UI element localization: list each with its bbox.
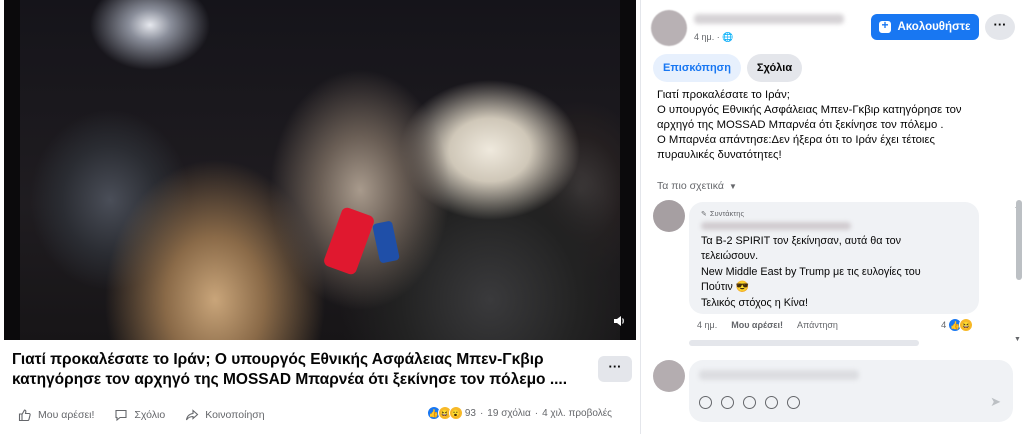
sidebar-more-button[interactable]: ··· bbox=[985, 14, 1015, 40]
comment-meta: 4 ημ. Μου αρέσει! Απάντηση bbox=[697, 320, 852, 330]
description-line: Ο υπουργός Εθνικής Ασφάλειας Μπεν-Γκβιρ … bbox=[657, 104, 962, 116]
volume-icon[interactable] bbox=[612, 314, 626, 328]
send-icon[interactable]: ➤ bbox=[990, 394, 1001, 410]
camera-icon[interactable] bbox=[743, 396, 756, 409]
comment-line: Τα B-2 SPIRIT τον ξεκίνησαν, αυτά θα τον bbox=[701, 235, 901, 247]
follow-label: Ακολουθήστε bbox=[897, 21, 971, 33]
tab-comments[interactable]: Σχόλια bbox=[746, 54, 803, 82]
like-label: Μου αρέσει! bbox=[38, 409, 95, 421]
author-badge: ✎ Συντάκτης bbox=[701, 209, 967, 218]
reactions-count[interactable]: 93 bbox=[465, 408, 476, 419]
globe-icon: 🌐 bbox=[722, 32, 734, 42]
post-time-text: 4 ημ. · bbox=[694, 32, 723, 42]
video-player[interactable] bbox=[4, 0, 636, 340]
stats-separator-1: · bbox=[479, 407, 484, 419]
sidebar-scrollbar[interactable] bbox=[1016, 200, 1022, 280]
description-line: πυραυλικές δυνατότητες! bbox=[657, 149, 782, 161]
page-name[interactable] bbox=[694, 14, 844, 24]
views-count: 4 χιλ. προβολές bbox=[542, 407, 612, 419]
composer-tools bbox=[699, 396, 809, 409]
chevron-down-icon: ▼ bbox=[728, 181, 737, 191]
post-stats: 👍 😆 😮 93 · 19 σχόλια · 4 χιλ. προβολές bbox=[426, 406, 612, 420]
comment-line: Πούτιν 😎 bbox=[701, 281, 750, 294]
share-button[interactable]: Κοινοποίηση bbox=[185, 408, 265, 422]
commenter-avatar[interactable] bbox=[653, 200, 685, 232]
comment-composer[interactable]: ➤ bbox=[689, 360, 1013, 422]
author-tag-label: Συντάκτης bbox=[709, 209, 745, 218]
post-title-line-1: Γιατί προκαλέσατε το Ιράν; Ο υπουργός Εθ… bbox=[12, 351, 544, 368]
pen-icon: ✎ bbox=[701, 210, 707, 218]
comment-label: Σχόλιο bbox=[134, 409, 166, 421]
comment-reaction-count: 4 bbox=[941, 319, 947, 331]
comment-sort-dropdown[interactable]: Τα πιο σχετικά ▼ bbox=[657, 180, 737, 192]
commenter-name[interactable] bbox=[701, 222, 851, 230]
description-line: Γιατί προκαλέσατε το Ιράν; bbox=[657, 89, 790, 101]
sticker-icon[interactable] bbox=[787, 396, 800, 409]
like-button[interactable]: Μου αρέσει! bbox=[18, 408, 94, 422]
composer-placeholder[interactable] bbox=[699, 370, 859, 380]
stats-separator-2: · bbox=[534, 407, 539, 419]
scroll-down-arrow[interactable]: ▼ bbox=[1014, 336, 1021, 343]
emoji-icon[interactable] bbox=[721, 396, 734, 409]
sidebar-tabs: Επισκόπηση Σχόλια bbox=[653, 54, 808, 82]
share-icon bbox=[185, 408, 199, 422]
current-user-avatar bbox=[653, 360, 685, 392]
post-panel: Γιατί προκαλέσατε το Ιράν; Ο υπουργός Εθ… bbox=[0, 0, 640, 434]
tab-overview[interactable]: Επισκόπηση bbox=[653, 54, 741, 82]
comment-bubble: ✎ Συντάκτης Τα B-2 SPIRIT τον ξεκίνησαν,… bbox=[689, 202, 979, 314]
comment-like-button[interactable]: Μου αρέσει! bbox=[731, 320, 783, 330]
thumbs-up-icon bbox=[18, 408, 32, 422]
share-label: Κοινοποίηση bbox=[205, 409, 265, 421]
video-frame[interactable] bbox=[20, 0, 620, 340]
sort-label: Τα πιο σχετικά bbox=[657, 180, 724, 192]
comment-line: Τελικός στόχος η Κίνα! bbox=[701, 296, 808, 309]
gif-icon[interactable] bbox=[765, 396, 778, 409]
post-more-button[interactable]: ··· bbox=[598, 356, 632, 382]
comments-count[interactable]: 19 σχόλια bbox=[487, 408, 530, 419]
description-line: Ο Μπαρνέα απάντησε:Δεν ήξερα ότι το Ιράν… bbox=[657, 134, 935, 146]
comment-text: Τα B-2 SPIRIT τον ξεκίνησαν, αυτά θα τον… bbox=[701, 234, 967, 311]
comment-reply-button[interactable]: Απάντηση bbox=[797, 320, 838, 330]
follow-button[interactable]: Ακολουθήστε bbox=[871, 14, 979, 40]
comment-line: τελειώσουν. bbox=[701, 250, 759, 263]
comment-line: New Middle East by Trump με τις ευλογίες… bbox=[701, 265, 921, 278]
comment-icon bbox=[114, 408, 128, 422]
reaction-icons[interactable]: 👍 😆 😮 bbox=[426, 406, 463, 420]
post-description: Γιατί προκαλέσατε το Ιράν; Ο υπουργός Εθ… bbox=[657, 88, 1007, 163]
post-title-line-2: κατηγόρησε τον αρχηγό της MOSSAD Μπαρνέα… bbox=[12, 371, 568, 388]
post-actions: Μου αρέσει! Σχόλιο Κοινοποίηση bbox=[18, 405, 285, 425]
follow-icon bbox=[879, 18, 892, 33]
haha-reaction-icon: 😆 bbox=[959, 318, 974, 332]
wow-reaction-icon: 😮 bbox=[448, 406, 463, 420]
comment-reactions[interactable]: 4 👍 😆 bbox=[941, 318, 974, 332]
avatar-sticker-icon[interactable] bbox=[699, 396, 712, 409]
details-sidebar: 4 ημ. · 🌐 Ακολουθήστε ··· Επισκόπηση Σχό… bbox=[640, 0, 1024, 434]
page-avatar[interactable] bbox=[651, 10, 687, 46]
post-time[interactable]: 4 ημ. · 🌐 bbox=[694, 32, 733, 43]
comment-time[interactable]: 4 ημ. bbox=[697, 320, 717, 330]
description-line: αρχηγό της MOSSAD Μπαρνέα ότι ξεκίνησε τ… bbox=[657, 119, 944, 131]
next-comment-preview bbox=[689, 340, 919, 346]
comment-button[interactable]: Σχόλιο bbox=[114, 408, 165, 422]
post-title: Γιατί προκαλέσατε το Ιράν; Ο υπουργός Εθ… bbox=[12, 350, 582, 390]
